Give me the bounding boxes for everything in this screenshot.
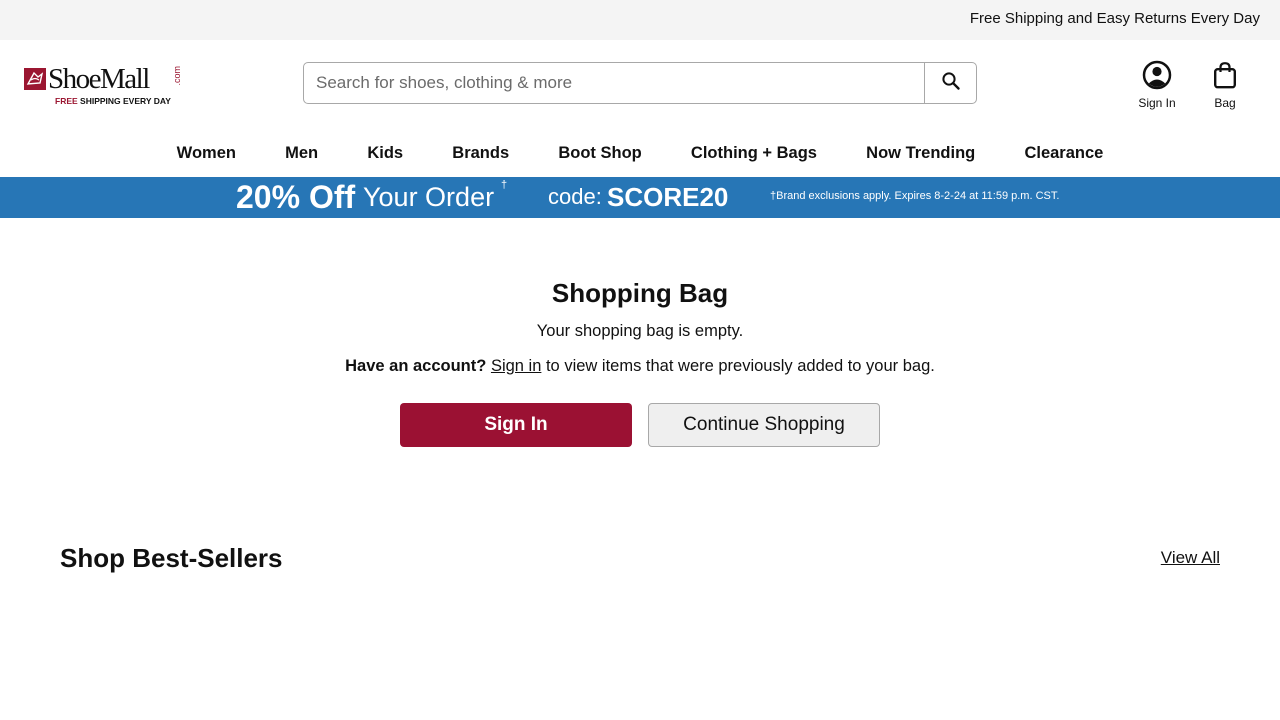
promo-subheadline: Your Order [363, 182, 495, 212]
logo-dotcom: .com [172, 66, 182, 86]
search-bar [303, 62, 977, 104]
account-prompt: Have an account? Sign in to view items t… [0, 357, 1280, 376]
search-button[interactable] [924, 63, 976, 103]
page-title: Shopping Bag [551, 278, 729, 308]
view-all-link[interactable]: View All [1161, 548, 1220, 568]
nav-item-women[interactable]: Women [152, 140, 260, 170]
sign-in-link[interactable]: Sign in [491, 357, 541, 375]
nav-item-clearance[interactable]: Clearance [1000, 140, 1128, 170]
bag-label: Bag [1214, 96, 1236, 110]
empty-bag-message: Your shopping bag is empty. [536, 322, 744, 340]
logo-wordmark: ShoeMall [48, 63, 150, 95]
account-sign-in[interactable]: Sign In [1129, 59, 1185, 110]
nav-item-boot-shop[interactable]: Boot Shop [534, 140, 667, 170]
shoemall-logo[interactable]: ShoeMall .com FREE SHIPPING EVERY DAY [24, 63, 184, 108]
account-icon [1129, 59, 1185, 91]
account-label: Sign In [1138, 96, 1176, 110]
best-sellers-title: Shop Best-Sellers [60, 543, 283, 573]
logo-tag-free: FREE [55, 96, 78, 106]
logo-mark-icon [24, 68, 46, 90]
search-icon [941, 71, 961, 96]
shopping-bag-icon [1205, 59, 1245, 91]
promo-headline: 20% Off [236, 179, 356, 215]
continue-shopping-button[interactable]: Continue Shopping [648, 403, 880, 447]
shopping-bag-link[interactable]: Bag [1205, 59, 1245, 110]
main-navigation: Women Men Kids Brands Boot Shop Clothing… [0, 140, 1280, 170]
nav-item-men[interactable]: Men [261, 140, 343, 170]
logo-tagline: FREE SHIPPING EVERY DAY [55, 96, 171, 106]
nav-item-brands[interactable]: Brands [428, 140, 534, 170]
account-prompt-label: Have an account? [345, 357, 487, 375]
shipping-message: Free Shipping and Easy Returns Every Day [969, 10, 1260, 27]
nav-item-now-trending[interactable]: Now Trending [842, 140, 1000, 170]
sign-in-button[interactable]: Sign In [400, 403, 632, 447]
nav-item-clothing-bags[interactable]: Clothing + Bags [666, 140, 841, 170]
promo-code: SCORE20 [607, 182, 729, 212]
site-header: ShoeMall .com FREE SHIPPING EVERY DAY Si… [0, 40, 1280, 130]
promo-dagger: † [501, 179, 508, 191]
promo-fine-print: †Brand exclusions apply. Expires 8-2-24 … [770, 190, 1060, 202]
promo-code-label: code: [548, 184, 602, 209]
search-input[interactable] [304, 63, 926, 103]
promo-banner[interactable]: 20% Off Your Order † code: SCORE20 †Bran… [0, 177, 1280, 218]
logo-tag-rest: SHIPPING EVERY DAY [77, 96, 171, 106]
nav-item-kids[interactable]: Kids [343, 140, 428, 170]
top-announcement-bar: Free Shipping and Easy Returns Every Day [0, 0, 1280, 40]
account-prompt-suffix: to view items that were previously added… [541, 357, 935, 375]
